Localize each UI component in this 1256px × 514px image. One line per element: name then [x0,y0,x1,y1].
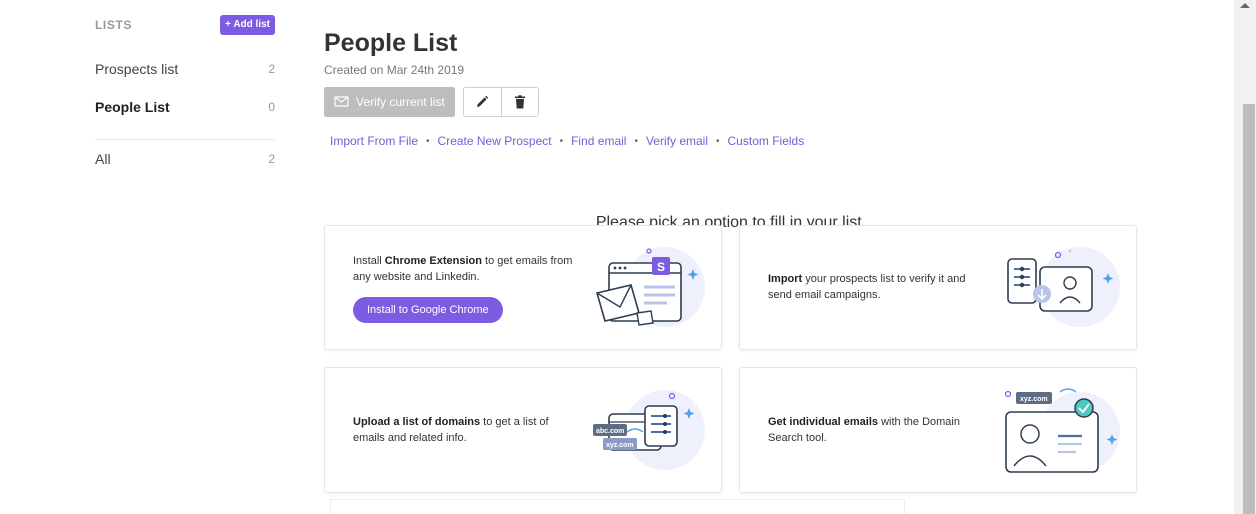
import-text: Import your prospects list to verify it … [768,271,988,303]
main-content: People List Created on Mar 24th 2019 Ver… [324,28,1138,493]
individual-emails-illustration: xyz.com [1004,388,1120,473]
individual-emails-text: Get individual emails with the Domain Se… [768,414,988,446]
domain-tag-abc: abc.com [596,428,624,435]
separator-dot: • [634,135,638,147]
vertical-scrollbar[interactable] [1234,0,1256,514]
upload-domains-illustration: abc.com xyz.com [593,390,705,470]
sidebar-item-count: 2 [268,152,275,166]
upload-domains-card[interactable]: Upload a list of domains to get a list o… [324,367,722,493]
install-chrome-button[interactable]: Install to Google Chrome [353,297,503,323]
sidebar-item-label: People List [95,99,170,115]
verify-current-list-button[interactable]: Verify current list [324,87,455,117]
trash-icon [514,95,525,109]
separator-dot: • [426,135,430,147]
text-bold: Upload a list of domains [353,416,481,428]
add-list-button[interactable]: + Add list [220,15,275,35]
list-actions-links: Import From File • Create New Prospect •… [330,134,1138,148]
sidebar-divider [95,139,275,140]
text-bold: Get individual emails [768,416,879,428]
text-prefix: Install [353,255,385,267]
next-card-edge [330,499,905,514]
svg-text:S: S [657,260,665,274]
import-from-file-link[interactable]: Import From File [330,134,418,148]
list-actions-group [462,87,539,117]
individual-emails-card[interactable]: Get individual emails with the Domain Se… [739,367,1137,493]
find-email-link[interactable]: Find email [571,134,626,148]
import-illustration [1007,247,1120,327]
lists-header: LISTS + Add list [95,14,275,36]
create-new-prospect-link[interactable]: Create New Prospect [438,134,552,148]
verify-label: Verify current list [356,95,445,109]
sidebar-item-count: 2 [268,62,275,76]
scroll-up-arrow-icon[interactable] [1240,3,1250,8]
lists-title: LISTS [95,18,133,32]
upload-domains-text: Upload a list of domains to get a list o… [353,414,573,446]
text-bold: Import [768,273,803,285]
delete-list-button[interactable] [500,88,538,116]
separator-dot: • [716,135,720,147]
list-toolbar: Verify current list [324,87,1138,117]
app-root: LISTS + Add list Prospects list 2 People… [0,0,1256,514]
page-title: People List [324,29,458,57]
separator-dot: • [559,135,564,147]
edit-list-button[interactable] [463,88,501,116]
sidebar-item-all[interactable]: All 2 [95,146,275,172]
pencil-icon [477,95,489,107]
created-date: Created on Mar 24th 2019 [324,63,465,77]
chrome-extension-illustration: S [596,247,705,327]
verify-email-link[interactable]: Verify email [646,134,708,148]
sidebar-item-count: 0 [268,100,275,114]
sidebar-item-label: Prospects list [95,61,179,77]
sidebar-item-label: All [95,151,111,167]
domain-tag-xyz: xyz.com [606,442,634,449]
chrome-extension-card[interactable]: Install Chrome Extension to get emails f… [324,225,722,350]
scrollbar-thumb[interactable] [1243,104,1255,514]
import-card[interactable]: Import your prospects list to verify it … [739,225,1137,350]
text-bold: Chrome Extension [384,255,482,267]
envelope-check-icon [334,96,349,107]
custom-fields-link[interactable]: Custom Fields [728,134,805,148]
sidebar-item-prospects-list[interactable]: Prospects list 2 [95,50,275,88]
chrome-extension-text: Install Chrome Extension to get emails f… [353,253,573,323]
sidebar: LISTS + Add list Prospects list 2 People… [95,14,275,172]
sidebar-item-people-list[interactable]: People List 0 [95,88,275,126]
domain-tag-xyz: xyz.com [1020,396,1048,403]
